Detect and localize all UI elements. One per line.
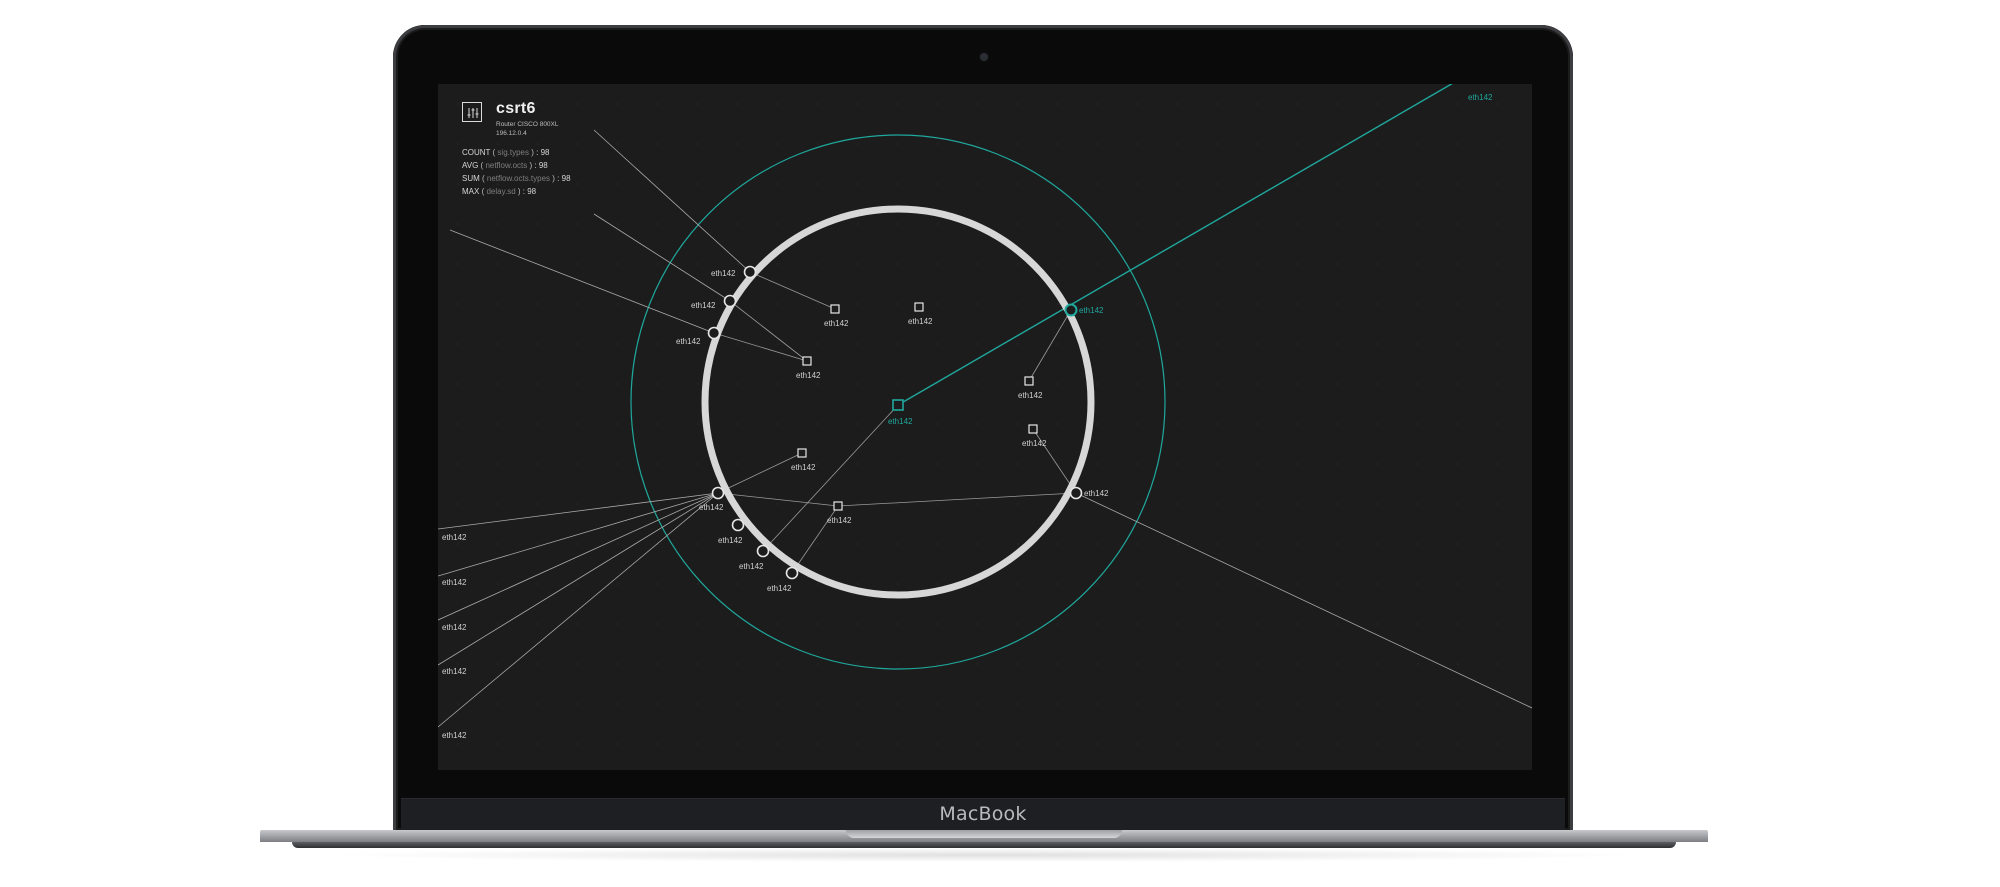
host-node[interactable] [797, 448, 807, 458]
host-label: eth142 [1018, 391, 1043, 400]
webcam-icon [980, 53, 988, 61]
port-node[interactable] [723, 294, 737, 308]
port-label: eth142 [1084, 489, 1109, 498]
edge-label: eth142 [442, 731, 467, 740]
device-name: csrt6 [496, 100, 536, 117]
host-node[interactable] [833, 501, 843, 511]
laptop-brand-logo: MacBook [939, 803, 1027, 825]
edge-label-top-right: eth142 [1468, 93, 1493, 102]
port-node[interactable] [1069, 486, 1083, 500]
selected-host-label: eth142 [888, 417, 913, 426]
port-node[interactable] [785, 566, 799, 580]
active-port-label: eth142 [1079, 306, 1104, 315]
laptop-screen: eth142 eth142 eth142 eth142 eth142 eth14… [438, 84, 1532, 770]
metric-row: SUM ( netflow.octs.types ) : 98 [462, 174, 571, 183]
host-node[interactable] [1028, 424, 1038, 434]
host-node[interactable] [830, 304, 840, 314]
metric-field: delay.sd [486, 187, 516, 196]
metric-value: 98 [527, 187, 537, 196]
host-label: eth142 [796, 371, 821, 380]
host-node[interactable] [914, 302, 924, 312]
host-node[interactable] [1024, 376, 1034, 386]
port-label: eth142 [691, 301, 716, 310]
metric-row: MAX ( delay.sd ) : 98 [462, 187, 537, 196]
laptop-base-edge [292, 842, 1676, 848]
port-label: eth142 [767, 584, 792, 593]
port-label: eth142 [711, 269, 736, 278]
selected-host-node[interactable] [892, 399, 904, 411]
edge-label: eth142 [442, 578, 467, 587]
port-label: eth142 [739, 562, 764, 571]
device-ip: 196.12.0.4 [496, 130, 527, 137]
metric-function: COUNT [462, 148, 491, 157]
edge-label: eth142 [442, 623, 467, 632]
port-node[interactable] [707, 326, 721, 340]
port-node[interactable] [731, 518, 745, 532]
metric-row: COUNT ( sig.types ) : 98 [462, 148, 550, 157]
laptop-bottom-bezel: MacBook [401, 798, 1565, 831]
port-label: eth142 [718, 536, 743, 545]
host-label: eth142 [908, 317, 933, 326]
host-node[interactable] [802, 356, 812, 366]
metric-value: 98 [538, 161, 548, 170]
host-label: eth142 [827, 516, 852, 525]
metric-function: MAX [462, 187, 480, 196]
metric-function: AVG [462, 161, 479, 170]
port-node[interactable] [756, 544, 770, 558]
active-port-node[interactable] [1064, 303, 1078, 317]
port-label: eth142 [676, 337, 701, 346]
metric-value: 98 [561, 174, 571, 183]
device-model: Router CISCO 800XL [496, 121, 559, 128]
metric-field: netflow.octs.types [486, 174, 551, 183]
metric-value: 98 [540, 148, 550, 157]
edge-label: eth142 [442, 667, 467, 676]
host-label: eth142 [1022, 439, 1047, 448]
port-node[interactable] [711, 486, 725, 500]
edge-label: eth142 [442, 533, 467, 542]
settings-sliders-icon[interactable] [462, 102, 482, 122]
network-topology-graph: eth142 eth142 eth142 eth142 eth142 eth14… [438, 84, 1532, 770]
metric-field: netflow.octs [485, 161, 528, 170]
metric-function: SUM [462, 174, 480, 183]
metric-field: sig.types [497, 148, 529, 157]
grid-background [438, 84, 1532, 770]
port-label: eth142 [699, 503, 724, 512]
laptop-shadow [320, 848, 1650, 862]
host-label: eth142 [824, 319, 849, 328]
host-label: eth142 [791, 463, 816, 472]
metric-row: AVG ( netflow.octs ) : 98 [462, 161, 548, 170]
port-node[interactable] [743, 265, 757, 279]
product-mockup: eth142 eth142 eth142 eth142 eth142 eth14… [0, 0, 2000, 887]
laptop-opening-notch [846, 830, 1122, 838]
